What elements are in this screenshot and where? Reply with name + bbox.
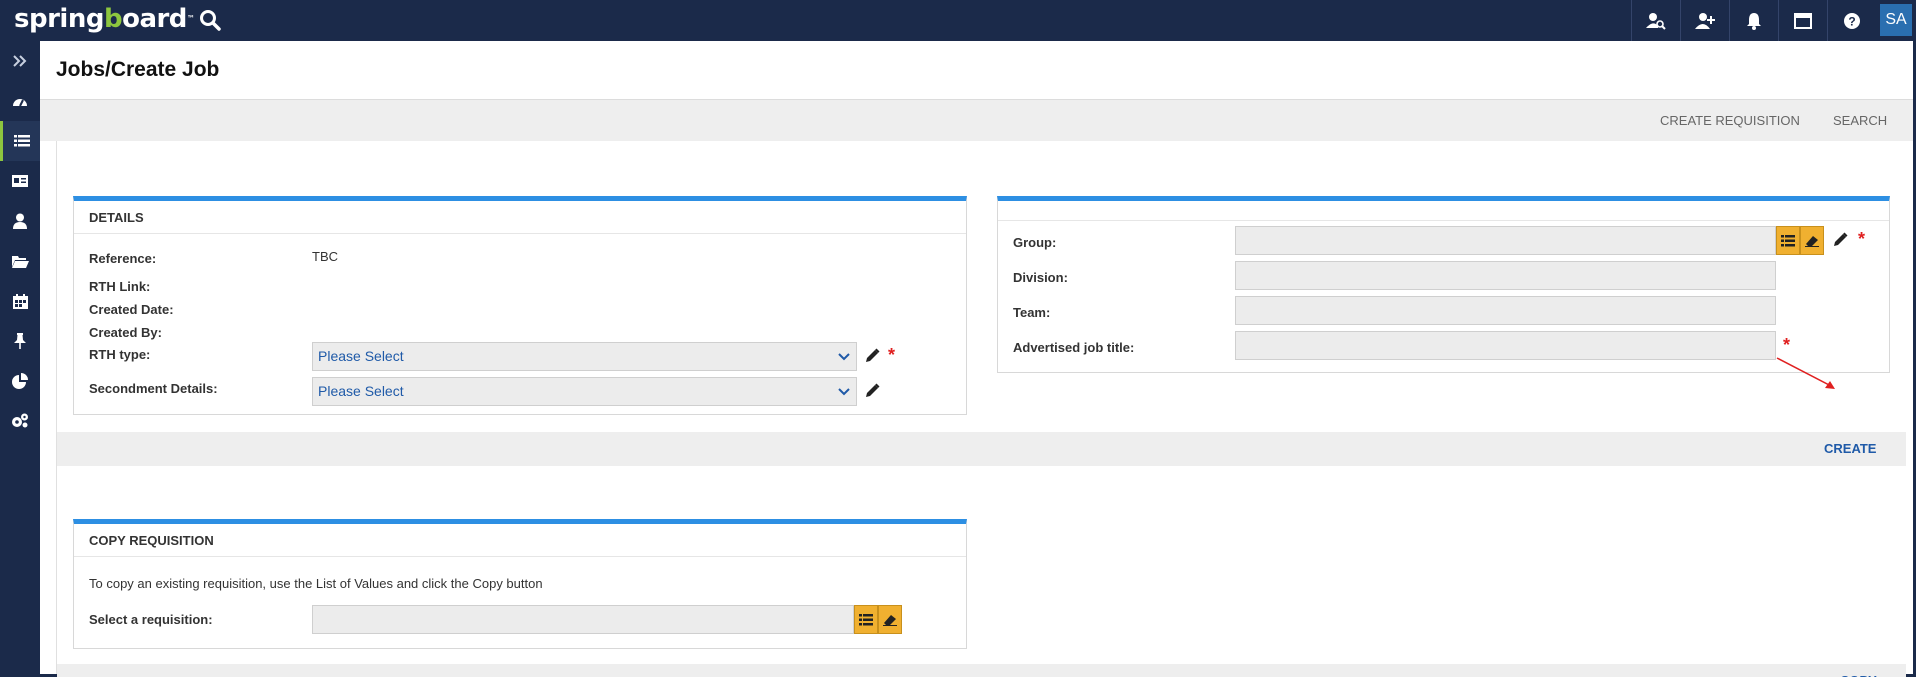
details-heading: DETAILS: [74, 201, 966, 234]
chevron-down-icon: [838, 353, 850, 361]
copy-requisition-heading: COPY REQUISITION: [74, 524, 966, 557]
required-marker: *: [1858, 229, 1866, 249]
secondment-label: Secondment Details:: [89, 381, 218, 396]
pencil-icon[interactable]: [1832, 232, 1848, 248]
user-search-icon[interactable]: [1631, 0, 1680, 41]
created-date-label: Created Date:: [89, 302, 174, 317]
secondment-select[interactable]: Please Select: [312, 377, 857, 406]
expand-icon[interactable]: [0, 41, 40, 81]
pin-icon[interactable]: [0, 321, 40, 361]
settings-icon[interactable]: [0, 401, 40, 441]
pie-chart-icon[interactable]: [0, 361, 40, 401]
top-bar: springboard™ ? SA: [0, 0, 1916, 41]
id-card-icon[interactable]: [0, 161, 40, 201]
list-icon[interactable]: [0, 121, 40, 161]
add-user-icon[interactable]: [1680, 0, 1729, 41]
required-marker: *: [888, 345, 896, 365]
help-icon[interactable]: ?: [1827, 0, 1876, 41]
created-by-label: Created By:: [89, 325, 162, 340]
create-action-bar: CREATE: [57, 432, 1906, 466]
copy-action-bar: COPY: [57, 664, 1906, 677]
details-panel: DETAILS Reference: TBC RTH Link: Created…: [73, 196, 967, 415]
copy-requisition-panel: COPY REQUISITION To copy an existing req…: [73, 519, 967, 649]
sub-action-bar: CREATE REQUISITION SEARCH: [40, 99, 1913, 141]
list-of-values-button[interactable]: [1776, 226, 1800, 255]
svg-text:?: ?: [1848, 14, 1855, 28]
reference-value: TBC: [312, 249, 338, 264]
advertised-job-title-field[interactable]: [1235, 331, 1776, 360]
search-link[interactable]: SEARCH: [1833, 100, 1887, 142]
list-icon: [859, 613, 873, 625]
reference-label: Reference:: [89, 251, 157, 266]
rth-type-select[interactable]: Please Select: [312, 342, 857, 371]
group-label: Group:: [1013, 235, 1057, 250]
list-icon: [1781, 234, 1795, 246]
top-icon-bar: ? SA: [1631, 0, 1916, 41]
springboard-logo[interactable]: springboard™: [14, 4, 195, 34]
pencil-icon[interactable]: [864, 348, 880, 364]
page-title: Jobs/Create Job: [56, 58, 220, 81]
copy-instruction-text: To copy an existing requisition, use the…: [89, 576, 543, 591]
eraser-icon: [883, 614, 897, 626]
group-field[interactable]: [1235, 226, 1776, 255]
search-icon[interactable]: [198, 8, 222, 32]
main-area: Jobs/Create Job CREATE REQUISITION SEARC…: [40, 41, 1913, 677]
content-area: DETAILS Reference: TBC RTH Link: Created…: [56, 141, 1906, 677]
user-icon[interactable]: [0, 201, 40, 241]
division-label: Division:: [1013, 270, 1068, 285]
bell-icon[interactable]: [1729, 0, 1778, 41]
rth-type-value: Please Select: [318, 348, 404, 364]
copy-button[interactable]: COPY: [1840, 664, 1877, 677]
clear-button[interactable]: [878, 605, 902, 634]
team-label: Team:: [1013, 305, 1051, 320]
folder-icon[interactable]: [0, 241, 40, 281]
required-marker: *: [1783, 335, 1791, 355]
requisition-field[interactable]: [312, 605, 854, 634]
organisation-panel: Group: * Division: Team: Advertised job …: [997, 196, 1890, 373]
division-field[interactable]: [1235, 261, 1776, 290]
dashboard-icon[interactable]: [0, 81, 40, 121]
pencil-icon[interactable]: [864, 383, 880, 399]
advertised-job-title-label: Advertised job title:: [1013, 340, 1135, 355]
side-nav: [0, 41, 40, 677]
clear-button[interactable]: [1800, 226, 1824, 255]
calendar-icon[interactable]: [0, 281, 40, 321]
window-icon[interactable]: [1778, 0, 1827, 41]
eraser-icon: [1805, 235, 1819, 247]
create-requisition-link[interactable]: CREATE REQUISITION: [1660, 100, 1800, 142]
avatar[interactable]: SA: [1880, 4, 1912, 36]
create-button[interactable]: CREATE: [1824, 432, 1876, 466]
team-field[interactable]: [1235, 296, 1776, 325]
annotation-arrow: [1776, 357, 1835, 389]
secondment-value: Please Select: [318, 383, 404, 399]
chevron-down-icon: [838, 388, 850, 396]
select-requisition-label: Select a requisition:: [89, 612, 213, 627]
organisation-heading: [998, 201, 1889, 221]
rth-type-label: RTH type:: [89, 347, 151, 362]
rth-link-label: RTH Link:: [89, 279, 151, 294]
list-of-values-button[interactable]: [854, 605, 878, 634]
